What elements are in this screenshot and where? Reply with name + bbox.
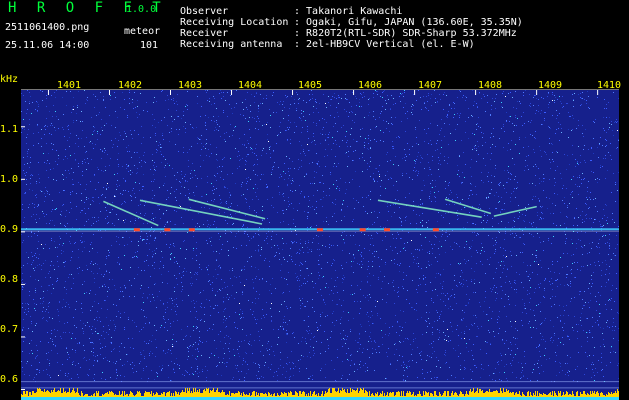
file-name: 2511061400.png	[5, 22, 90, 33]
y-tick-label: 1.1	[0, 124, 19, 135]
hot-spot	[133, 228, 140, 232]
hot-spot	[432, 228, 439, 232]
spectrogram	[21, 90, 619, 400]
y-tick-label: 1.0	[0, 174, 19, 185]
hot-spot	[164, 228, 171, 232]
y-tick-label: 0.6	[0, 374, 19, 385]
hot-spot	[359, 228, 366, 232]
app-version: 1.0.0	[126, 4, 157, 15]
y-axis-unit: kHz	[0, 74, 19, 85]
counter-label: meteor	[124, 26, 161, 37]
hot-spot	[188, 228, 195, 232]
hot-spot	[384, 228, 391, 232]
hot-spot	[316, 228, 323, 232]
y-tick-label: 0.9	[0, 224, 19, 235]
counter-value: 101	[140, 40, 159, 51]
info-label-antenna: Receiving antenna	[180, 39, 283, 50]
y-tick-label: 0.8	[0, 274, 19, 285]
header: H R O F F T 1.0.0 2511061400.png 25.11.0…	[0, 0, 629, 72]
info-value-antenna: : 2el-HB9CV Vertical (el. E-W)	[294, 39, 475, 50]
y-tick-label: 0.7	[0, 324, 19, 335]
file-datetime: 25.11.06 14:00	[5, 40, 90, 51]
